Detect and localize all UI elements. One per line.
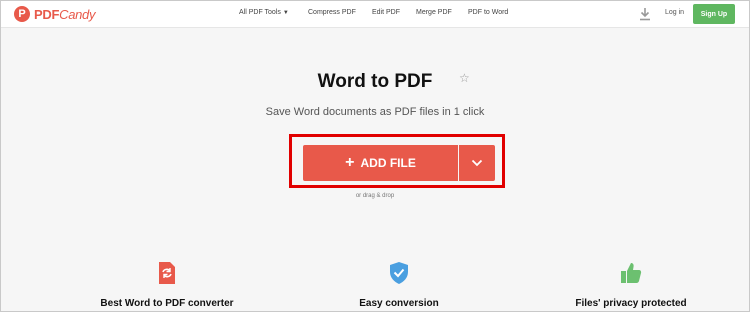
page-subtitle: Save Word documents as PDF files in 1 cl… bbox=[265, 106, 485, 118]
feature-privacy-protected: Files' privacy protected bbox=[531, 261, 731, 309]
upload-source-dropdown-button[interactable] bbox=[459, 145, 495, 181]
nav-compress-pdf[interactable]: Compress PDF bbox=[308, 9, 356, 16]
page-title: Word to PDF bbox=[317, 71, 433, 92]
favorite-star-icon[interactable]: ☆ bbox=[459, 71, 470, 85]
drag-drop-hint: or drag & drop bbox=[355, 193, 395, 199]
download-icon[interactable] bbox=[639, 7, 651, 21]
page-title-wrap: Word to PDF bbox=[1, 71, 749, 93]
thumbs-up-icon bbox=[621, 263, 642, 283]
signup-button[interactable]: Sign Up bbox=[693, 4, 735, 24]
chevron-down-icon bbox=[471, 159, 483, 167]
plus-icon: + bbox=[345, 154, 355, 171]
add-file-button[interactable]: + ADD FILE bbox=[303, 145, 458, 181]
shield-check-icon bbox=[390, 262, 408, 284]
feature-easy-conversion: Easy conversion bbox=[299, 261, 499, 309]
top-navigation-bar: P PDFCandy All PDF Tools ▼ Compress PDF E… bbox=[1, 1, 749, 28]
convert-icon bbox=[159, 262, 175, 284]
feature-label: Best Word to PDF converter bbox=[100, 298, 234, 309]
add-file-label: ADD FILE bbox=[360, 156, 416, 170]
feature-label: Easy conversion bbox=[359, 298, 439, 309]
app-window: P PDFCandy All PDF Tools ▼ Compress PDF E… bbox=[0, 0, 750, 312]
feature-best-converter: Best Word to PDF converter bbox=[67, 261, 267, 309]
pdfcandy-logo[interactable]: P PDFCandy bbox=[14, 5, 96, 23]
feature-label: Files' privacy protected bbox=[575, 298, 687, 309]
caret-down-icon: ▼ bbox=[282, 10, 289, 16]
logo-icon: P bbox=[14, 6, 30, 22]
logo-text: PDFCandy bbox=[34, 6, 96, 22]
nav-merge-pdf[interactable]: Merge PDF bbox=[416, 9, 452, 16]
nav-all-pdf-tools[interactable]: All PDF Tools ▼ bbox=[239, 9, 289, 16]
nav-pdf-to-word[interactable]: PDF to Word bbox=[468, 9, 508, 16]
login-link[interactable]: Log in bbox=[665, 9, 684, 16]
nav-edit-pdf[interactable]: Edit PDF bbox=[372, 9, 400, 16]
